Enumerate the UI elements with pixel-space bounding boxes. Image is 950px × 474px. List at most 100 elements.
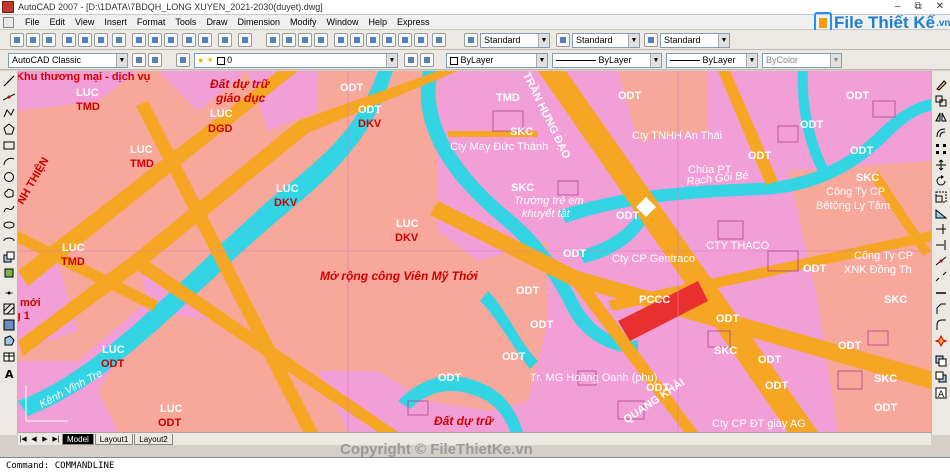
arc-icon[interactable] <box>3 155 15 167</box>
zoom-previous-icon[interactable] <box>314 33 328 47</box>
extend-icon[interactable] <box>935 239 947 251</box>
menu-help[interactable]: Help <box>364 17 393 27</box>
block-editor-icon[interactable] <box>198 33 212 47</box>
text-style-select[interactable]: Standard ▼ <box>480 33 550 48</box>
zoom-realtime-icon[interactable] <box>282 33 296 47</box>
cut-icon[interactable] <box>132 33 146 47</box>
stretch-icon[interactable] <box>935 207 947 219</box>
zoom-window-icon[interactable] <box>298 33 312 47</box>
properties-icon[interactable] <box>334 33 348 47</box>
make-block-icon[interactable] <box>3 267 15 279</box>
save-icon[interactable] <box>42 33 56 47</box>
undo-icon[interactable] <box>218 33 232 47</box>
minimize-button[interactable]: – <box>895 1 901 12</box>
gradient-icon[interactable] <box>3 319 15 331</box>
tool-palettes-icon[interactable] <box>366 33 380 47</box>
ellipse-arc-icon[interactable] <box>3 235 15 247</box>
color-select[interactable]: ByLayer ▼ <box>446 53 548 68</box>
tab-layout1[interactable]: Layout1 <box>94 433 134 445</box>
command-line[interactable]: Command: COMMANDLINE <box>0 457 950 474</box>
layer-manager-icon[interactable] <box>176 53 190 67</box>
lineweight-select[interactable]: ByLayer ▼ <box>666 53 758 68</box>
polyline-icon[interactable] <box>3 107 15 119</box>
revision-cloud-icon[interactable] <box>3 187 15 199</box>
layer-select[interactable]: ● ☀ 0 ▼ <box>194 53 398 68</box>
tab-model[interactable]: Model <box>62 433 94 445</box>
point-icon[interactable] <box>3 287 15 299</box>
move-icon[interactable] <box>935 159 947 171</box>
workspace-save-icon[interactable] <box>148 53 162 67</box>
plot-preview-icon[interactable] <box>78 33 92 47</box>
paste-icon[interactable] <box>164 33 178 47</box>
document-icon[interactable] <box>3 16 14 28</box>
autocad-app-icon[interactable] <box>2 1 14 13</box>
plotstyle-select[interactable]: ByColor ▼ <box>762 53 842 68</box>
array-icon[interactable] <box>935 143 947 155</box>
hatch-icon[interactable] <box>3 303 15 315</box>
drawing-area[interactable]: Khu thương mại - dịch vụ Đất dự trữ giáo… <box>18 71 931 432</box>
menu-insert[interactable]: Insert <box>99 17 132 27</box>
workspace-settings-icon[interactable] <box>132 53 146 67</box>
plot-icon[interactable] <box>62 33 76 47</box>
mirror-icon[interactable] <box>935 111 947 123</box>
publish-icon[interactable] <box>94 33 108 47</box>
match-properties-icon[interactable] <box>182 33 196 47</box>
menu-tools[interactable]: Tools <box>170 17 201 27</box>
quickcalc-icon[interactable] <box>414 33 428 47</box>
rotate-icon[interactable] <box>935 175 947 187</box>
sheet-set-icon[interactable] <box>382 33 396 47</box>
construction-line-icon[interactable] <box>3 91 15 103</box>
explode-icon[interactable] <box>935 335 947 347</box>
open-icon[interactable] <box>26 33 40 47</box>
dim-style-icon[interactable] <box>556 33 570 47</box>
restore-button[interactable]: ⧉ <box>914 1 921 12</box>
linetype-select[interactable]: ByLayer ▼ <box>552 53 662 68</box>
text-order-icon[interactable]: A <box>935 387 947 399</box>
menu-draw[interactable]: Draw <box>201 17 232 27</box>
mtext-icon[interactable]: A <box>3 367 15 379</box>
join-icon[interactable] <box>935 287 947 299</box>
chamfer-icon[interactable] <box>935 303 947 315</box>
menu-edit[interactable]: Edit <box>45 17 71 27</box>
trim-icon[interactable] <box>935 223 947 235</box>
next-tab-icon[interactable]: ▶ <box>40 434 50 445</box>
polygon-icon[interactable] <box>3 123 15 135</box>
draw-order-back-icon[interactable] <box>935 371 947 383</box>
first-tab-icon[interactable]: |◀ <box>18 434 28 445</box>
circle-icon[interactable] <box>3 171 15 183</box>
insert-block-icon[interactable] <box>3 251 15 263</box>
workspace-select[interactable]: AutoCAD Classic ▼ <box>8 53 128 68</box>
dim-style-select[interactable]: Standard ▼ <box>572 33 640 48</box>
menu-view[interactable]: View <box>70 17 99 27</box>
spline-icon[interactable] <box>3 203 15 215</box>
offset-icon[interactable] <box>935 127 947 139</box>
close-button[interactable]: ✕ <box>936 1 944 12</box>
pan-icon[interactable] <box>266 33 280 47</box>
menu-modify[interactable]: Modify <box>285 17 322 27</box>
copy-icon[interactable] <box>148 33 162 47</box>
menu-window[interactable]: Window <box>322 17 364 27</box>
line-icon[interactable] <box>3 75 15 87</box>
new-icon[interactable] <box>10 33 24 47</box>
break-icon[interactable] <box>935 271 947 283</box>
last-tab-icon[interactable]: ▶| <box>51 434 61 445</box>
menu-dimension[interactable]: Dimension <box>232 17 285 27</box>
copy-object-icon[interactable] <box>935 95 947 107</box>
3d-dwf-icon[interactable] <box>112 33 126 47</box>
help-icon[interactable] <box>432 33 446 47</box>
rectangle-icon[interactable] <box>3 139 15 151</box>
layer-previous-icon[interactable] <box>420 53 434 67</box>
draw-order-icon[interactable] <box>935 355 947 367</box>
redo-icon[interactable] <box>238 33 252 47</box>
menu-format[interactable]: Format <box>132 17 171 27</box>
region-icon[interactable] <box>3 335 15 347</box>
tab-layout2[interactable]: Layout2 <box>134 433 173 445</box>
fillet-icon[interactable] <box>935 319 947 331</box>
table-icon[interactable] <box>3 351 15 363</box>
menu-express[interactable]: Express <box>392 17 435 27</box>
menu-file[interactable]: File <box>20 17 45 27</box>
scale-icon[interactable] <box>935 191 947 203</box>
table-style-select[interactable]: Standard ▼ <box>660 33 730 48</box>
table-style-icon[interactable] <box>644 33 658 47</box>
break-at-point-icon[interactable] <box>935 255 947 267</box>
